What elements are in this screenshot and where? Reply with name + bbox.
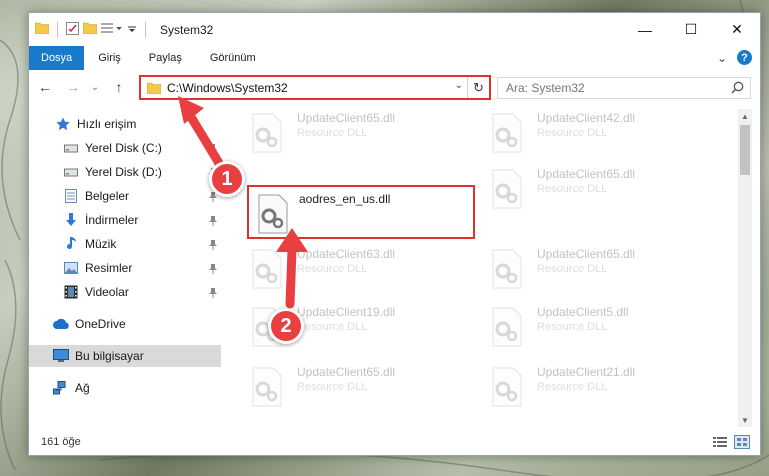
sidebar-item-yerel-disk-c[interactable]: Yerel Disk (C:): [29, 137, 221, 159]
scroll-thumb[interactable]: [740, 125, 750, 175]
sidebar-item-hizli-erisim[interactable]: Hızlı erişim: [29, 113, 221, 135]
item-count: 161 öğe: [41, 436, 81, 448]
documents-icon: [63, 188, 79, 204]
recent-locations-button[interactable]: ⌄: [85, 77, 105, 97]
pin-icon[interactable]: [209, 143, 217, 154]
help-icon[interactable]: ?: [737, 50, 752, 65]
maximize-button[interactable]: ☐: [668, 13, 714, 46]
file-item[interactable]: UpdateClient65.dll Resource DLL: [245, 109, 475, 155]
file-item-aodres[interactable]: aodres_en_us.dll: [247, 185, 475, 239]
dll-file-icon: [489, 113, 525, 153]
dll-file-icon: [249, 113, 285, 153]
up-button[interactable]: ↑: [109, 77, 129, 97]
sidebar-item-onedrive[interactable]: OneDrive: [29, 313, 221, 335]
star-icon: [55, 116, 71, 132]
expand-ribbon-icon[interactable]: ⌄: [717, 51, 727, 65]
drive-icon: [63, 140, 79, 156]
file-item[interactable]: UpdateClient63.dll Resource DLL: [245, 245, 475, 291]
search-input[interactable]: Ara: System32: [506, 81, 585, 95]
file-list: UpdateClient65.dll Resource DLL UpdateCl…: [241, 109, 739, 427]
dll-file-icon: [255, 194, 291, 234]
quick-access-toolbar: [29, 21, 150, 38]
new-folder-icon[interactable]: [82, 22, 98, 37]
computer-icon: [53, 348, 69, 364]
pin-icon[interactable]: [209, 263, 217, 274]
sidebar-item-indirmeler[interactable]: İndirmeler: [29, 209, 221, 231]
ribbon-tabs: Dosya Giriş Paylaş Görünüm ⌄ ?: [29, 46, 760, 70]
dll-file-icon: [489, 249, 525, 289]
ribbon-right-controls: ⌄ ?: [717, 50, 752, 65]
sidebar-item-ag[interactable]: Ağ: [29, 377, 221, 399]
address-row: ← → ⌄ ↑ C:\Windows\System32 ⌄ ↻ Ara: Sys…: [29, 73, 760, 103]
minimize-button[interactable]: —: [622, 13, 668, 46]
tab-paylas[interactable]: Paylaş: [135, 46, 196, 70]
network-icon: [53, 380, 69, 396]
file-item[interactable]: UpdateClient21.dll Resource DLL: [485, 363, 715, 409]
dll-file-icon: [489, 307, 525, 347]
dll-file-icon: [489, 367, 525, 407]
refresh-button[interactable]: ↻: [467, 77, 489, 98]
forward-button[interactable]: →: [63, 77, 83, 97]
address-dropdown-icon[interactable]: ⌄: [455, 80, 463, 91]
pin-icon[interactable]: [209, 215, 217, 226]
drive-icon: [63, 164, 79, 180]
file-item[interactable]: UpdateClient65.dll Resource DLL: [485, 245, 715, 291]
vertical-scrollbar[interactable]: ▲ ▼: [738, 109, 752, 427]
address-bar[interactable]: C:\Windows\System32 ⌄ ↻: [139, 75, 491, 100]
sidebar-item-resimler[interactable]: Resimler: [29, 257, 221, 279]
video-icon: [63, 284, 79, 300]
back-button[interactable]: ←: [35, 77, 55, 97]
address-path: C:\Windows\System32: [167, 80, 288, 95]
dll-file-icon: [249, 367, 285, 407]
tab-dosya[interactable]: Dosya: [29, 46, 85, 70]
sidebar-item-yerel-disk-d[interactable]: Yerel Disk (D:): [29, 161, 221, 183]
file-item[interactable]: UpdateClient65.dll Resource DLL: [245, 363, 475, 409]
search-box[interactable]: Ara: System32: [497, 77, 751, 99]
cloud-icon: [53, 316, 69, 332]
dll-file-icon: [489, 169, 525, 209]
step-badge-2: 2: [268, 308, 304, 344]
pictures-icon: [63, 260, 79, 276]
search-icon: [731, 81, 744, 97]
sidebar-item-muzik[interactable]: Müzik: [29, 233, 221, 255]
close-button[interactable]: ✕: [714, 13, 760, 46]
folder-icon: [147, 82, 161, 94]
dll-file-icon: [249, 249, 285, 289]
pin-icon[interactable]: [209, 287, 217, 298]
tab-gorunum[interactable]: Görünüm: [196, 46, 270, 70]
pin-icon[interactable]: [209, 239, 217, 250]
view-toggles: [712, 435, 750, 449]
qa-dropdown-icon[interactable]: [127, 23, 137, 37]
customize-toolbar-icon[interactable]: [101, 22, 123, 37]
window-controls: — ☐ ✕: [622, 13, 760, 46]
large-icons-view-icon[interactable]: [734, 435, 750, 449]
file-item[interactable]: UpdateClient5.dll Resource DLL: [485, 303, 715, 349]
scroll-down-arrow-icon[interactable]: ▼: [738, 413, 752, 427]
sidebar-item-belgeler[interactable]: Belgeler: [29, 185, 221, 207]
navigation-pane: Hızlı erişim Yerel Disk (C:) Yerel Disk …: [29, 109, 221, 427]
file-explorer-window: System32 — ☐ ✕ Dosya Giriş Paylaş Görünü…: [28, 12, 761, 456]
step-badge-1: 1: [209, 161, 245, 197]
window-title: System32: [160, 22, 214, 37]
scroll-up-arrow-icon[interactable]: ▲: [738, 109, 752, 123]
folder-icon: [34, 22, 50, 37]
file-item[interactable]: UpdateClient65.dll Resource DLL: [485, 165, 715, 211]
music-icon: [63, 236, 79, 252]
sidebar-item-videolar[interactable]: Videolar: [29, 281, 221, 303]
sidebar-item-bu-bilgisayar[interactable]: Bu bilgisayar: [29, 345, 221, 367]
properties-icon[interactable]: [66, 21, 79, 38]
tab-giris[interactable]: Giriş: [84, 46, 135, 70]
title-bar: System32 — ☐ ✕: [29, 13, 760, 46]
file-item[interactable]: UpdateClient42.dll Resource DLL: [485, 109, 715, 155]
download-icon: [63, 212, 79, 228]
status-bar: 161 öğe: [29, 429, 760, 455]
details-view-icon[interactable]: [712, 435, 728, 449]
